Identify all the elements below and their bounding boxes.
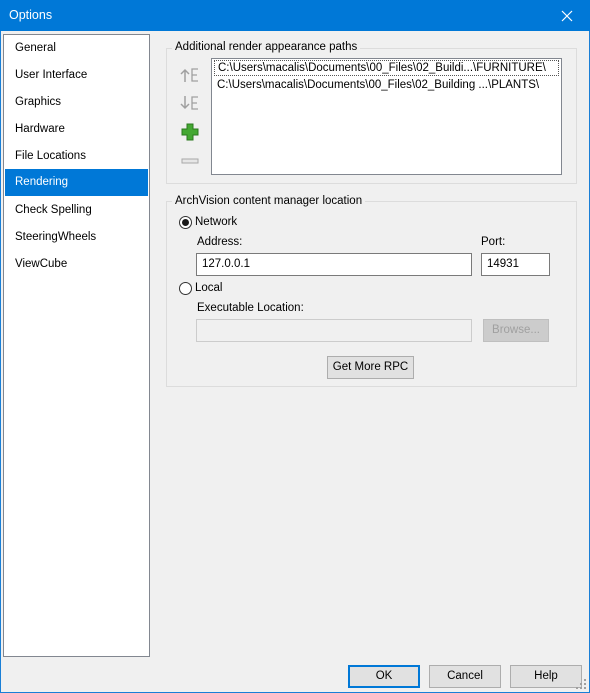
nav-item-hardware[interactable]: Hardware — [5, 116, 148, 143]
nav-item-rendering[interactable]: Rendering — [5, 169, 148, 196]
help-button[interactable]: Help — [510, 665, 582, 688]
move-path-down-button[interactable] — [178, 93, 202, 113]
path-row-furniture[interactable]: C:\Users\macalis\Documents\00_Files\02_B… — [214, 60, 559, 76]
options-category-list[interactable]: General User Interface Graphics Hardware… — [3, 34, 150, 657]
nav-item-steeringwheels[interactable]: SteeringWheels — [5, 224, 148, 251]
local-label[interactable]: Local — [195, 282, 223, 294]
network-label[interactable]: Network — [195, 216, 237, 228]
port-input[interactable]: 14931 — [481, 253, 550, 276]
title-bar: Options — [0, 0, 590, 31]
get-more-rpc-button[interactable]: Get More RPC — [327, 356, 414, 379]
ok-button[interactable]: OK — [348, 665, 420, 688]
remove-path-button[interactable] — [178, 151, 202, 171]
remove-path-icon — [181, 158, 199, 164]
nav-item-viewcube[interactable]: ViewCube — [5, 251, 148, 278]
address-input[interactable]: 127.0.0.1 — [196, 253, 472, 276]
nav-item-general[interactable]: General — [5, 35, 148, 62]
add-path-icon — [181, 123, 199, 141]
render-paths-group-title: Additional render appearance paths — [172, 41, 361, 53]
path-row-plants[interactable]: C:\Users\macalis\Documents\00_Files\02_B… — [214, 78, 559, 94]
close-icon — [561, 10, 573, 21]
local-radio[interactable] — [179, 282, 192, 295]
port-label: Port: — [481, 236, 506, 248]
address-label: Address: — [197, 236, 243, 248]
close-button[interactable] — [544, 0, 590, 31]
nav-item-user-interface[interactable]: User Interface — [5, 62, 148, 89]
nav-item-check-spelling[interactable]: Check Spelling — [5, 197, 148, 224]
cancel-button[interactable]: Cancel — [429, 665, 501, 688]
executable-location-label: Executable Location: — [197, 302, 304, 314]
add-path-button[interactable] — [178, 122, 202, 142]
move-up-icon — [180, 68, 198, 82]
nav-item-file-locations[interactable]: File Locations — [5, 143, 148, 170]
move-path-up-button[interactable] — [178, 65, 202, 85]
network-radio[interactable] — [179, 216, 192, 229]
resize-grip-icon[interactable] — [575, 678, 587, 690]
window-title: Options — [9, 8, 53, 22]
executable-location-input[interactable] — [196, 319, 472, 342]
move-down-icon — [180, 96, 198, 110]
radio-selected-dot — [182, 219, 189, 226]
archvision-group-title: ArchVision content manager location — [172, 195, 366, 207]
render-paths-list[interactable]: C:\Users\macalis\Documents\00_Files\02_B… — [211, 58, 562, 175]
nav-item-graphics[interactable]: Graphics — [5, 89, 148, 116]
browse-button[interactable]: Browse... — [483, 319, 549, 342]
